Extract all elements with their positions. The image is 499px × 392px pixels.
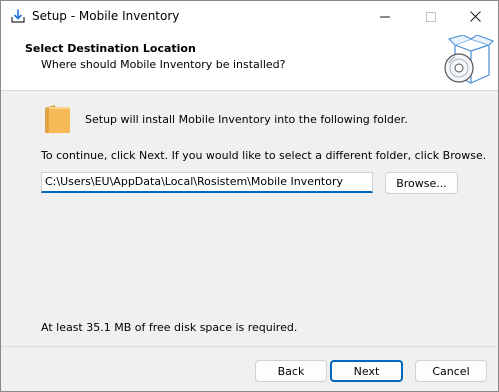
installer-download-icon bbox=[10, 8, 26, 24]
folder-icon bbox=[43, 103, 73, 135]
cancel-button[interactable]: Cancel bbox=[415, 360, 487, 382]
maximize-button[interactable] bbox=[408, 1, 454, 32]
wizard-header: Select Destination Location Where should… bbox=[1, 32, 498, 91]
minimize-icon bbox=[380, 16, 390, 17]
page-subtitle: Where should Mobile Inventory be install… bbox=[41, 58, 286, 71]
destination-path-input[interactable] bbox=[41, 172, 373, 193]
maximize-icon bbox=[426, 11, 436, 22]
browse-button[interactable]: Browse... bbox=[385, 172, 458, 194]
instruction-text: To continue, click Next. If you would li… bbox=[41, 149, 487, 162]
close-button[interactable] bbox=[452, 1, 498, 32]
footer-divider bbox=[1, 346, 498, 347]
back-button[interactable]: Back bbox=[255, 360, 327, 382]
software-box-disc-icon bbox=[441, 34, 495, 87]
page-title: Select Destination Location bbox=[25, 42, 196, 55]
minimize-button[interactable] bbox=[362, 1, 408, 32]
window-title: Setup - Mobile Inventory bbox=[32, 9, 180, 23]
title-bar[interactable]: Setup - Mobile Inventory bbox=[1, 1, 498, 32]
close-icon bbox=[469, 11, 481, 22]
next-button[interactable]: Next bbox=[330, 360, 403, 382]
disk-space-text: At least 35.1 MB of free disk space is r… bbox=[41, 321, 298, 334]
setup-window: Setup - Mobile Inventory Select Destinat… bbox=[0, 0, 499, 392]
install-intro-text: Setup will install Mobile Inventory into… bbox=[85, 113, 408, 126]
